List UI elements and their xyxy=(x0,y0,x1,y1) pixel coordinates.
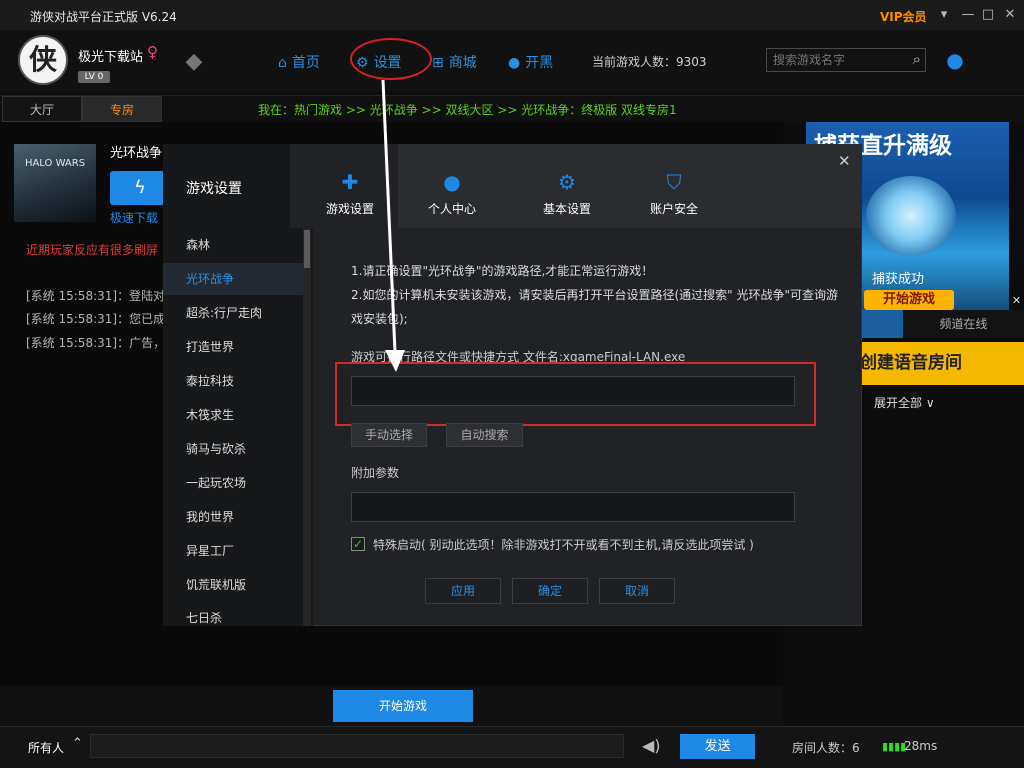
gamepad-icon: ✚ xyxy=(341,170,359,194)
tab-room[interactable]: 专房 xyxy=(82,96,162,122)
tab-label: 基本设置 xyxy=(542,202,591,216)
cancel-button[interactable]: 取消 xyxy=(599,578,675,604)
info-line-2: 2.如您的计算机未安装该游戏，请安装后再打开平台设置路径(通过搜索" 光环战争"… xyxy=(351,288,838,302)
log-line: [系统 15:58:31]：您已成功 xyxy=(26,312,178,326)
nav-shop-label: 商城 xyxy=(448,55,477,71)
ad-caption: 捕获成功 xyxy=(872,272,925,287)
menu-dropdown-icon[interactable]: ▾ xyxy=(934,5,954,25)
scrollbar-thumb[interactable] xyxy=(304,230,310,268)
home-icon: ⌂ xyxy=(278,55,287,71)
warning-text: 近期玩家反应有很多刷屏 xyxy=(26,243,159,257)
fast-download-label[interactable]: 极速下载 xyxy=(110,209,158,226)
sidebar-item-game[interactable]: 异星工厂 xyxy=(163,535,303,567)
sidebar-item-game[interactable]: 木筏求生 xyxy=(163,399,303,431)
window-title: 游侠对战平台正式版 V6.24 xyxy=(30,10,177,24)
breadcrumb: 我在：热门游戏 >> 光环战争 >> 双线大区 >> 光环战争：终极版 双线专房… xyxy=(258,103,677,117)
tab-hall[interactable]: 大厅 xyxy=(2,96,82,122)
game-list-scrollbar[interactable] xyxy=(303,228,311,626)
game-title: 光环战争 xyxy=(110,146,163,161)
info-line-3: 戏安装包); xyxy=(351,312,408,326)
game-thumb-text: HALO WARS xyxy=(24,158,86,169)
nav-home[interactable]: ⌂ 首页 xyxy=(278,52,320,74)
sidebar-item-game[interactable]: 超杀:行尸走肉 xyxy=(163,297,303,329)
checkmark-icon: ✓ xyxy=(352,537,364,551)
chat-scope[interactable]: 所有人 xyxy=(28,739,64,756)
nav-shop[interactable]: ⊞ 商城 xyxy=(432,52,477,74)
param-label: 附加参数 xyxy=(351,466,400,480)
info-line-1: 1.请正确设置"光环战争"的游戏路径,才能正常运行游戏！ xyxy=(351,264,654,278)
diamond-icon[interactable]: ◆ xyxy=(178,50,210,74)
ad-cta[interactable]: 开始游戏 xyxy=(864,290,954,310)
search-icon[interactable]: ⌕ xyxy=(913,50,921,68)
send-button[interactable]: 发送 xyxy=(680,734,755,759)
close-button[interactable]: ✕ xyxy=(1000,5,1020,25)
sidebar-item-game[interactable]: 一起玩农场 xyxy=(163,467,303,499)
highlight-box xyxy=(335,362,816,426)
tab-game-settings[interactable]: ✚ 游戏设置 xyxy=(300,170,400,217)
tab-personal-center[interactable]: ● 个人中心 xyxy=(402,170,502,217)
nav-home-label: 首页 xyxy=(291,55,320,71)
maximize-button[interactable]: □ xyxy=(978,5,998,25)
highlight-circle xyxy=(350,38,432,80)
chevron-up-icon[interactable]: ⌃ xyxy=(72,736,83,751)
sidebar-item-game[interactable]: 我的世界 xyxy=(163,501,303,533)
room-count: 房间人数：6 xyxy=(792,741,860,755)
search-input[interactable] xyxy=(767,49,899,71)
expand-all-link[interactable]: 展开全部 ∨ xyxy=(874,394,935,411)
gear-icon: ⚙ xyxy=(558,170,576,194)
lightning-icon: ϟ xyxy=(134,177,146,198)
nav-open-label: 开黑 xyxy=(525,55,554,71)
sidebar-item-game[interactable]: 光环战争 xyxy=(163,263,303,295)
vip-button[interactable]: VIP会员 xyxy=(880,8,927,25)
tab-basic-settings[interactable]: ⚙ 基本设置 xyxy=(517,170,617,217)
special-launch-label: 特殊启动( 别动此选项！除非游戏打不开或看不到主机,请反选此项尝试 ) xyxy=(373,538,754,552)
game-thumbnail: HALO WARS xyxy=(14,144,96,222)
username: 极光下载站 xyxy=(78,50,144,65)
special-launch-checkbox[interactable]: ✓ xyxy=(351,537,365,551)
minimize-button[interactable]: — xyxy=(958,5,978,25)
nav-open[interactable]: ● 开黑 xyxy=(508,52,553,74)
start-game-button[interactable]: 开始游戏 xyxy=(333,690,473,722)
tab-label: 游戏设置 xyxy=(325,202,374,216)
sidebar-item-game[interactable]: 骑马与砍杀 xyxy=(163,433,303,465)
fast-download-button[interactable]: ϟ xyxy=(110,171,170,205)
rocket-icon: ● xyxy=(508,55,521,71)
user-icon[interactable]: ● xyxy=(942,48,968,72)
tab-channel-online[interactable]: 频道在线 xyxy=(903,310,1024,338)
param-input[interactable] xyxy=(352,493,794,521)
megaphone-icon[interactable]: ◀) xyxy=(642,736,661,755)
level-badge: LV 0 xyxy=(78,71,110,83)
sidebar-item-game[interactable]: 泰拉科技 xyxy=(163,365,303,397)
sidebar-item-game[interactable]: 打造世界 xyxy=(163,331,303,363)
auto-search-button[interactable]: 自动搜索 xyxy=(446,423,523,447)
tab-label: 账户安全 xyxy=(649,202,698,216)
dialog-close-icon[interactable]: ✕ xyxy=(838,152,851,170)
sidebar-item-game[interactable]: 七日杀 xyxy=(163,603,303,625)
chat-input[interactable] xyxy=(91,735,623,757)
param-input-box[interactable] xyxy=(351,492,795,522)
shield-icon: ⛉ xyxy=(666,170,682,194)
apply-button[interactable]: 应用 xyxy=(425,578,501,604)
tab-label: 个人中心 xyxy=(427,202,476,216)
ping-value: 28ms xyxy=(904,739,938,753)
avatar[interactable]: 侠 xyxy=(18,35,68,85)
online-count: 当前游戏人数：9303 xyxy=(592,55,707,69)
person-icon: ● xyxy=(443,170,461,194)
search-box[interactable]: ⌕ xyxy=(766,48,926,72)
ok-button[interactable]: 确定 xyxy=(512,578,588,604)
dragon-image xyxy=(866,176,956,256)
chat-input-box[interactable] xyxy=(90,734,624,758)
tab-account-security[interactable]: ⛉ 账户安全 xyxy=(624,170,724,217)
dialog-title: 游戏设置 xyxy=(186,181,242,197)
log-line: [系统 15:58:31]：广告，用 xyxy=(26,336,178,350)
log-line: [系统 15:58:31]：登陆对战 xyxy=(26,289,178,303)
title-bar: 游侠对战平台正式版 V6.24 xyxy=(0,0,1024,30)
female-icon: ♀ xyxy=(147,43,158,61)
signal-icon: ▮▮▮▮ xyxy=(882,740,907,753)
ad-close-icon[interactable]: ✕ xyxy=(1009,294,1024,309)
sidebar-item-game[interactable]: 森林 xyxy=(163,229,303,261)
sidebar-item-game[interactable]: 饥荒联机版 xyxy=(163,569,303,601)
manual-select-button[interactable]: 手动选择 xyxy=(351,423,427,447)
cart-icon: ⊞ xyxy=(432,55,444,71)
